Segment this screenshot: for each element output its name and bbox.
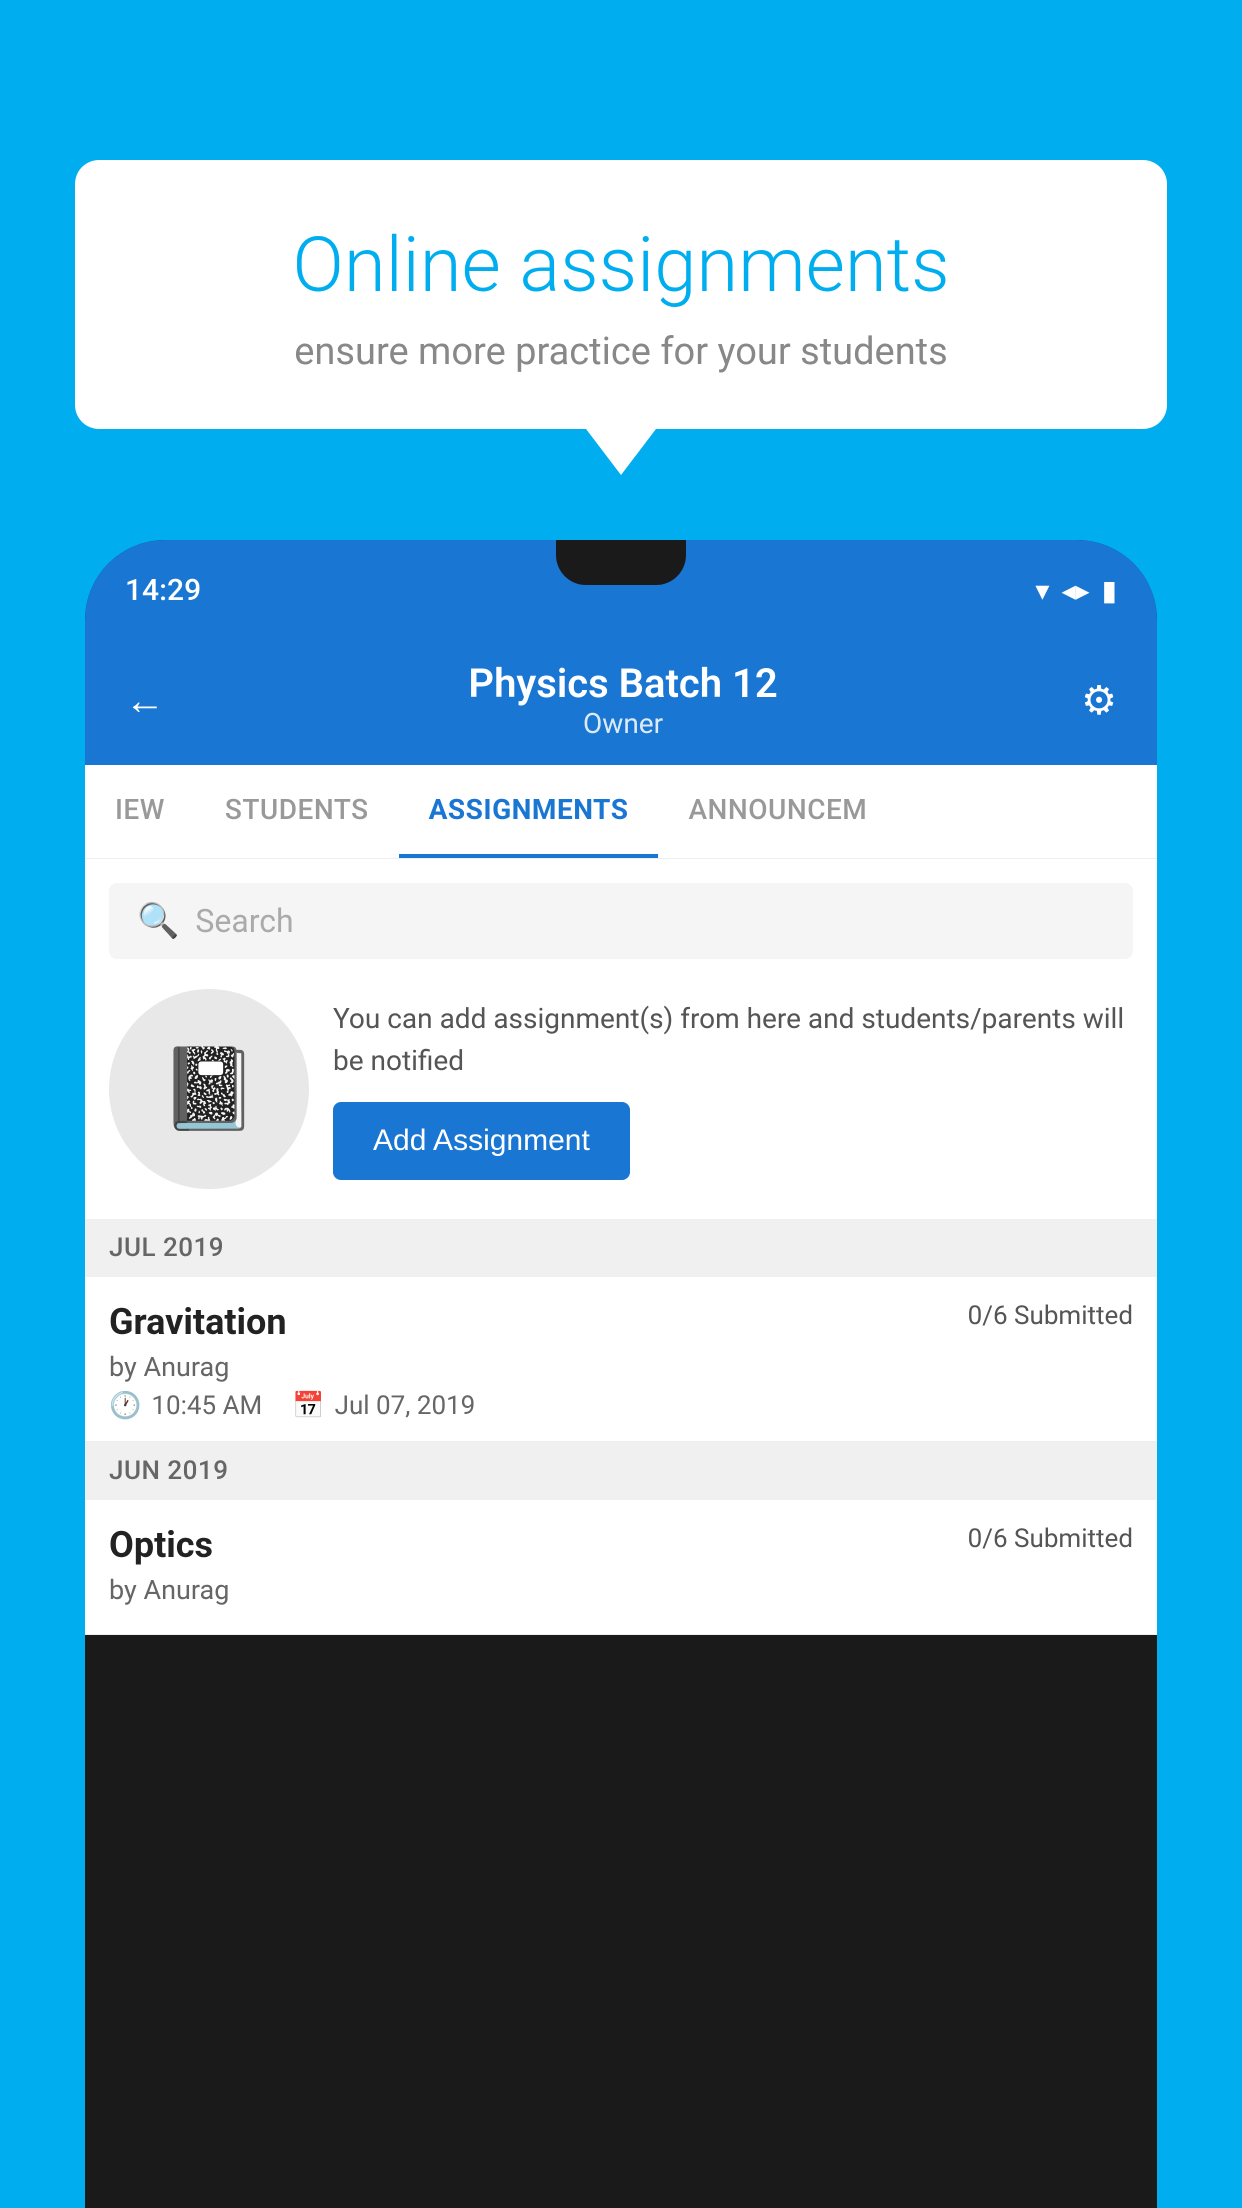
settings-button[interactable]: ⚙ xyxy=(1081,677,1117,724)
assignment-submitted-gravitation: 0/6 Submitted xyxy=(968,1301,1133,1331)
assignment-meta-gravitation: 🕐 10:45 AM 📅 Jul 07, 2019 xyxy=(109,1391,1133,1421)
tab-iew[interactable]: IEW xyxy=(85,765,195,858)
calendar-icon: 📅 xyxy=(292,1391,324,1421)
add-assignment-area: 📓 You can add assignment(s) from here an… xyxy=(85,959,1157,1219)
app-header: ← Physics Batch 12 Owner ⚙ xyxy=(85,640,1157,765)
add-assignment-right: You can add assignment(s) from here and … xyxy=(333,998,1133,1180)
search-icon: 🔍 xyxy=(137,901,179,941)
section-jun-2019: JUN 2019 xyxy=(85,1442,1157,1500)
header-subtitle: Owner xyxy=(165,707,1081,740)
speech-bubble-container: Online assignments ensure more practice … xyxy=(75,160,1167,429)
tab-students[interactable]: STUDENTS xyxy=(195,765,399,858)
section-jul-2019: JUL 2019 xyxy=(85,1219,1157,1277)
clock-icon: 🕐 xyxy=(109,1391,141,1421)
tab-assignments[interactable]: ASSIGNMENTS xyxy=(399,765,659,858)
assignment-name-optics: Optics xyxy=(109,1524,213,1566)
speech-bubble: Online assignments ensure more practice … xyxy=(75,160,1167,429)
meta-time-gravitation: 🕐 10:45 AM xyxy=(109,1391,262,1421)
speech-bubble-title: Online assignments xyxy=(145,220,1097,310)
battery-icon: ▮ xyxy=(1102,574,1117,607)
status-icons: ▾ ◂▸ ▮ xyxy=(1035,574,1117,607)
header-title: Physics Batch 12 xyxy=(165,660,1081,707)
assignment-item-top: Gravitation 0/6 Submitted xyxy=(109,1301,1133,1343)
search-placeholder: Search xyxy=(195,902,293,940)
assignment-submitted-optics: 0/6 Submitted xyxy=(968,1524,1133,1554)
signal-icon: ◂▸ xyxy=(1061,574,1089,607)
tabs-container: IEW STUDENTS ASSIGNMENTS ANNOUNCEM xyxy=(85,765,1157,859)
back-button[interactable]: ← xyxy=(125,677,165,724)
add-assignment-button[interactable]: Add Assignment xyxy=(333,1102,630,1180)
notebook-icon: 📓 xyxy=(159,1042,259,1136)
assignment-time-gravitation: 10:45 AM xyxy=(151,1391,262,1421)
assignment-by-optics: by Anurag xyxy=(109,1574,1133,1606)
wifi-icon: ▾ xyxy=(1035,574,1049,607)
assignment-by-gravitation: by Anurag xyxy=(109,1351,1133,1383)
status-bar: 14:29 ▾ ◂▸ ▮ xyxy=(85,540,1157,640)
speech-bubble-subtitle: ensure more practice for your students xyxy=(145,330,1097,374)
assignment-item-top-optics: Optics 0/6 Submitted xyxy=(109,1524,1133,1566)
search-bar[interactable]: 🔍 Search xyxy=(109,883,1133,959)
notch xyxy=(556,540,686,585)
assignment-icon-circle: 📓 xyxy=(109,989,309,1189)
assignment-date-gravitation: Jul 07, 2019 xyxy=(335,1391,476,1421)
status-time: 14:29 xyxy=(125,573,201,608)
meta-date-gravitation: 📅 Jul 07, 2019 xyxy=(292,1391,475,1421)
assignment-item-optics[interactable]: Optics 0/6 Submitted by Anurag xyxy=(85,1500,1157,1635)
assignment-name-gravitation: Gravitation xyxy=(109,1301,287,1343)
screen-content: 🔍 Search 📓 You can add assignment(s) fro… xyxy=(85,859,1157,1635)
add-assignment-description: You can add assignment(s) from here and … xyxy=(333,998,1133,1082)
phone-frame: 14:29 ▾ ◂▸ ▮ ← Physics Batch 12 Owner ⚙ … xyxy=(85,540,1157,2208)
header-center: Physics Batch 12 Owner xyxy=(165,660,1081,740)
assignment-item-gravitation[interactable]: Gravitation 0/6 Submitted by Anurag 🕐 10… xyxy=(85,1277,1157,1442)
tab-announcements[interactable]: ANNOUNCEM xyxy=(658,765,897,858)
